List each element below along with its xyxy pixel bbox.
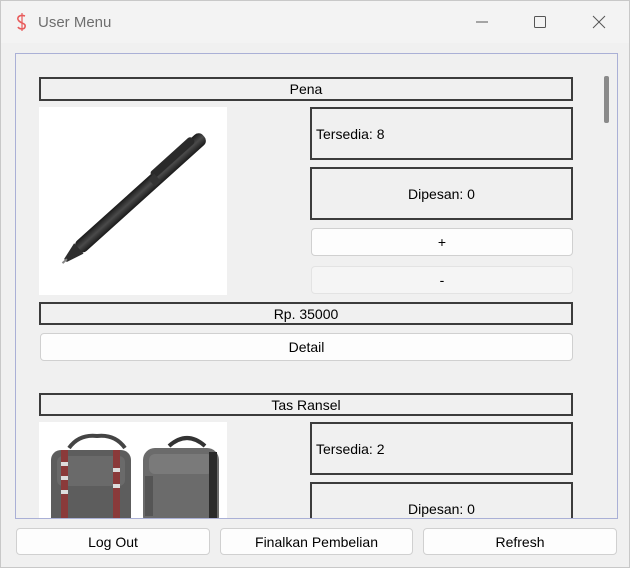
title-bar[interactable]: User Menu [1, 1, 629, 43]
stock-label: Tersedia: 2 [310, 422, 573, 475]
app-window: User Menu Pena Tersedia: 8 Dipesan: 0 + … [0, 0, 630, 568]
finalize-purchase-button[interactable]: Finalkan Pembelian [220, 528, 413, 555]
increase-quantity-button[interactable]: + [311, 228, 573, 256]
logout-button[interactable]: Log Out [16, 528, 210, 555]
window-title: User Menu [38, 14, 112, 31]
ordered-label: Dipesan: 0 [310, 167, 573, 220]
vertical-scrollbar[interactable] [595, 54, 617, 518]
app-logo-icon [15, 13, 29, 31]
backpack-image [39, 422, 227, 518]
minimize-icon[interactable] [471, 11, 493, 33]
maximize-icon[interactable] [529, 11, 551, 33]
product-name-label: Tas Ransel [39, 393, 573, 416]
price-label: Rp. 35000 [39, 302, 573, 325]
product-name-label: Pena [39, 77, 573, 101]
scroll-thumb[interactable] [604, 76, 609, 123]
ordered-label: Dipesan: 0 [310, 482, 573, 518]
close-icon[interactable] [588, 11, 610, 33]
detail-button[interactable]: Detail [40, 333, 573, 361]
product-scroll-panel[interactable]: Pena Tersedia: 8 Dipesan: 0 + - Rp. 3500… [15, 53, 618, 519]
pen-image [39, 107, 227, 295]
stock-label: Tersedia: 8 [310, 107, 573, 160]
refresh-button[interactable]: Refresh [423, 528, 617, 555]
decrease-quantity-button[interactable]: - [311, 266, 573, 294]
